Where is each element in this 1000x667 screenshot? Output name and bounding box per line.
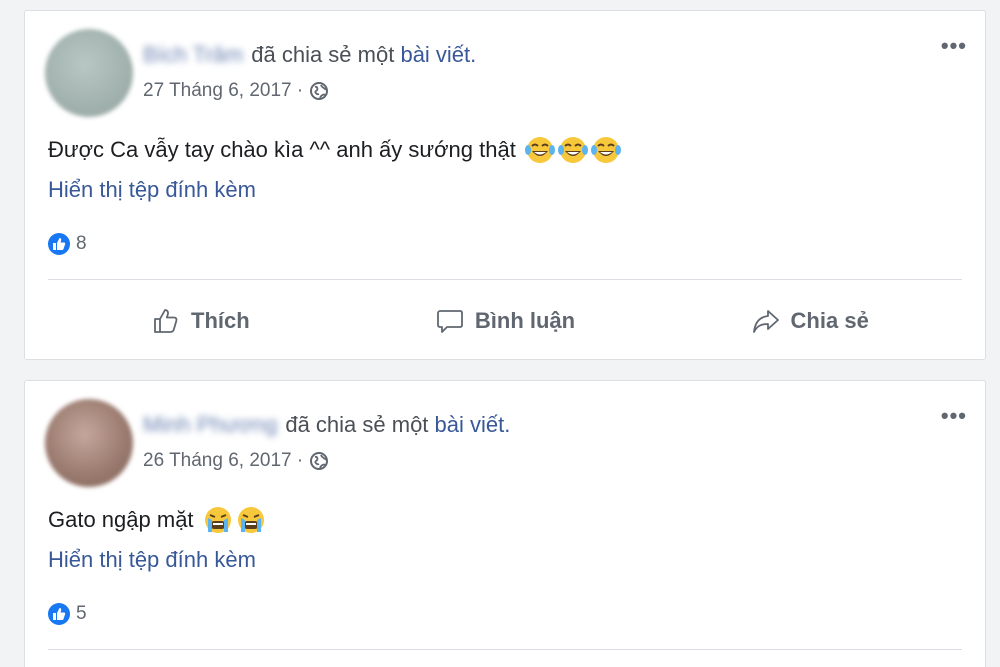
reaction-summary[interactable]: 5 [48,603,87,625]
show-attachment-link[interactable]: Hiển thị tệp đính kèm [48,547,256,573]
author-name[interactable]: Bích Trâm [143,41,243,69]
post-body: Gato ngập mặt [48,505,267,535]
author-name[interactable]: Minh Phương [143,411,277,439]
shared-text: đã chia sẻ một [285,412,429,437]
post-meta: 26 Tháng 6, 2017 · [143,450,329,472]
shared-post-link[interactable]: bài viết. [400,42,476,67]
comment-icon [436,310,463,333]
globe-icon[interactable] [309,81,329,101]
feed-post: Bích Trâm đã chia sẻ một bài viết. 27 Thá… [24,10,986,360]
post-timestamp[interactable]: 26 Tháng 6, 2017 · [143,450,303,472]
like-count[interactable]: 5 [76,603,87,625]
emoji-group [202,505,267,535]
post-header: Minh Phương đã chia sẻ một bài viết. [143,411,510,439]
post-body: Được Ca vẫy tay chào kìa ^^ anh ấy sướng… [48,135,622,165]
divider [48,279,962,280]
like-count[interactable]: 8 [76,233,87,255]
more-options-icon[interactable]: ••• [941,35,967,57]
emoji-group [524,135,622,165]
show-attachment-link[interactable]: Hiển thị tệp đính kèm [48,177,256,203]
like-button[interactable]: Thích [48,293,353,349]
share-button[interactable]: Chia sẻ [657,293,962,349]
like-reaction-icon [48,603,70,625]
post-text: Gato ngập mặt [48,507,194,532]
avatar[interactable] [45,29,133,117]
share-icon [752,310,779,333]
thumbs-up-icon [154,309,178,333]
post-actions: Thích Bình luận Chia sẻ [48,293,962,349]
like-label: Thích [191,308,250,333]
post-meta: 27 Tháng 6, 2017 · [143,80,329,102]
crying-emoji [237,507,264,533]
post-header: Bích Trâm đã chia sẻ một bài viết. [143,41,476,69]
laughing-emoji [590,137,621,163]
news-feed: Bích Trâm đã chia sẻ một bài viết. 27 Thá… [0,0,1000,667]
divider [48,649,962,650]
like-reaction-icon [48,233,70,255]
laughing-emoji [524,137,555,163]
post-timestamp[interactable]: 27 Tháng 6, 2017 · [143,80,303,102]
comment-label: Bình luận [474,308,576,333]
shared-text: đã chia sẻ một [251,42,395,67]
shared-post-link[interactable]: bài viết. [435,412,511,437]
reaction-summary[interactable]: 8 [48,233,87,255]
globe-icon[interactable] [309,451,329,471]
more-options-icon[interactable]: ••• [941,405,967,427]
avatar[interactable] [45,399,133,487]
comment-button[interactable]: Bình luận [353,293,658,349]
crying-emoji [204,507,231,533]
post-text: Được Ca vẫy tay chào kìa ^^ anh ấy sướng… [48,137,516,162]
feed-post: Minh Phương đã chia sẻ một bài viết. 26 T… [24,380,986,667]
share-label: Chia sẻ [790,308,869,333]
laughing-emoji [557,137,588,163]
